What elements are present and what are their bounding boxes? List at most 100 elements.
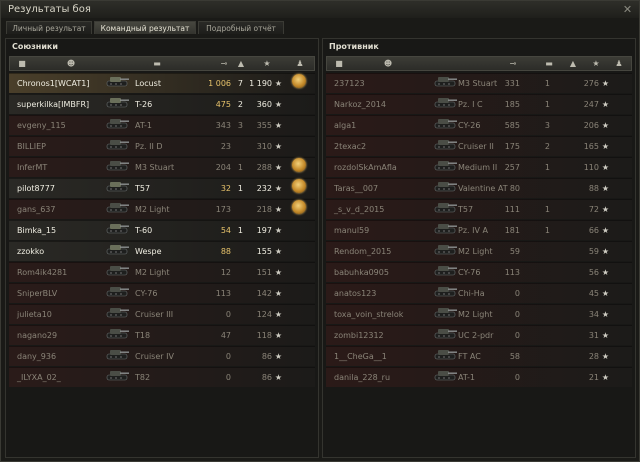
player-name[interactable]: manul59 (334, 221, 369, 241)
tank-icon (432, 368, 458, 382)
kills-icon[interactable]: ▲ (564, 58, 582, 70)
enemy-table-row[interactable]: babuhka0905 CY-76 113 56 ★ (326, 262, 632, 282)
player-icon[interactable]: ☻ (65, 58, 77, 70)
ally-table-row[interactable]: julieta10 Cruiser III 0 124 ★ (9, 304, 315, 324)
enemy-table-row[interactable]: alga1 CY-26 585 3 206 ★ (326, 115, 632, 135)
player-name[interactable]: _ILYXA_02_ (17, 368, 61, 388)
player-name[interactable]: toxa_voin_strelok (334, 305, 403, 325)
title-bar[interactable]: Результаты боя ✕ (1, 1, 639, 18)
enemy-table-row[interactable]: toxa_voin_strelok M2 Light 0 34 ★ (326, 304, 632, 324)
close-icon[interactable]: ✕ (622, 4, 633, 15)
squad-icon[interactable]: ■ (16, 58, 28, 70)
star-icon[interactable]: ★ (260, 58, 274, 70)
ally-table-row[interactable]: _ILYXA_02_ T82 0 86 ★ (9, 367, 315, 387)
player-name[interactable]: Chronos1[WCAT1] (17, 74, 89, 94)
player-name[interactable]: gans_637 (17, 200, 56, 220)
player-name[interactable]: Narkoz_2014 (334, 95, 386, 115)
medal-icon[interactable] (292, 200, 306, 214)
ally-table-row[interactable]: Rom4ik4281 M2 Light 12 151 ★ (9, 262, 315, 282)
player-name[interactable]: pilot8777 (17, 179, 55, 199)
tab-team-result[interactable]: Командный результат (94, 21, 196, 34)
player-name[interactable]: 2texac2 (334, 137, 366, 157)
damage-value: 80 (509, 184, 520, 193)
ally-table-row[interactable]: BILLIEP Pz. II D 23 310 ★ (9, 136, 315, 156)
player-name[interactable]: zombi12312 (334, 326, 384, 346)
tank-icon[interactable]: ▬ (150, 58, 164, 70)
player-name[interactable]: BILLIEP (17, 137, 46, 157)
damage-value: 111 (504, 205, 520, 214)
medal-header-icon[interactable]: ♟ (613, 58, 625, 70)
player-name[interactable]: evgeny_115 (17, 116, 66, 136)
squad-icon[interactable]: ■ (333, 58, 345, 70)
enemy-table-row[interactable]: zombi12312 UC 2-pdr 0 31 ★ (326, 325, 632, 345)
medal-icon[interactable] (292, 179, 306, 193)
medal-icon[interactable] (292, 74, 306, 88)
tank-icon (432, 95, 458, 109)
player-name[interactable]: Rendom_2015 (334, 242, 391, 262)
damage-value: 0 (225, 373, 231, 382)
player-name[interactable]: babuhka0905 (334, 263, 389, 283)
kills-icon[interactable]: ▲ (232, 58, 250, 70)
enemy-table-row[interactable]: anatos123 Chi-Ha 0 45 ★ (326, 283, 632, 303)
kills-value: 1 (544, 163, 550, 172)
tab-personal-result[interactable]: Личный результат (6, 21, 92, 34)
ally-table-row[interactable]: dany_936 Cruiser IV 0 86 ★ (9, 346, 315, 366)
player-name[interactable]: rozdolSkAmAfla (334, 158, 397, 178)
tank-icon[interactable]: ▬ (542, 58, 556, 70)
enemy-table-row[interactable]: danila_228_ru AT-1 0 21 ★ (326, 367, 632, 387)
enemy-table-row[interactable]: 1__CheGa__1 FT AC 58 28 ★ (326, 346, 632, 366)
ally-table-row[interactable]: evgeny_115 AT-1 343 3 355 ★ (9, 115, 315, 135)
player-icon[interactable]: ☻ (382, 58, 394, 70)
enemy-table-row[interactable]: 237123 M3 Stuart 331 1 276 ★ (326, 73, 632, 93)
ally-table-row[interactable]: Chronos1[WCAT1] Locust 1 006 7 1 190 ★ (9, 73, 315, 93)
ally-table-row[interactable]: superkilka[IMBFR] T-26 475 2 360 ★ (9, 94, 315, 114)
enemy-table-row[interactable]: Rendom_2015 M2 Light 59 59 ★ (326, 241, 632, 261)
xp-value: 28 (588, 352, 599, 361)
enemy-table-row[interactable]: 2texac2 Cruiser II 175 2 165 ★ (326, 136, 632, 156)
enemy-table-row[interactable]: Narkoz_2014 Pz. I C 185 1 247 ★ (326, 94, 632, 114)
enemy-table-row[interactable]: manul59 Pz. IV A 181 1 66 ★ (326, 220, 632, 240)
medal-header-icon[interactable]: ♟ (294, 58, 306, 70)
player-name[interactable]: dany_936 (17, 347, 56, 367)
player-name[interactable]: SniperBLV (17, 284, 57, 304)
player-name[interactable]: zzokko (17, 242, 44, 262)
player-name[interactable]: superkilka[IMBFR] (17, 95, 89, 115)
player-name[interactable]: 237123 (334, 74, 365, 94)
ally-table-row[interactable]: gans_637 M2 Light 173 218 ★ (9, 199, 315, 219)
player-name[interactable]: nagano29 (17, 326, 57, 346)
ally-table-row[interactable]: nagano29 T18 47 118 ★ (9, 325, 315, 345)
player-name[interactable]: anatos123 (334, 284, 376, 304)
ally-table-row[interactable]: InferMT M3 Stuart 204 1 288 ★ (9, 157, 315, 177)
ally-table-row[interactable]: Bimka_15 T-60 54 1 197 ★ (9, 220, 315, 240)
player-name[interactable]: Taras__007 (334, 179, 378, 199)
player-name[interactable]: Rom4ik4281 (17, 263, 67, 283)
player-name[interactable]: _s_v_d_2015 (334, 200, 384, 220)
tab-detailed-report[interactable]: Подробный отчёт (198, 21, 284, 34)
enemy-table-row[interactable]: rozdolSkAmAfla Medium II 257 1 110 ★ (326, 157, 632, 177)
player-name[interactable]: danila_228_ru (334, 368, 390, 388)
player-name[interactable]: alga1 (334, 116, 356, 136)
tank-icon (104, 305, 130, 319)
xp-value: 247 (583, 100, 599, 109)
ally-table-row[interactable]: zzokko Wespe 88 155 ★ (9, 241, 315, 261)
medal-icon[interactable] (292, 158, 306, 172)
player-name[interactable]: julieta10 (17, 305, 52, 325)
damage-icon[interactable]: ⊸ (218, 58, 230, 70)
star-icon: ★ (274, 142, 282, 151)
tank-name: T-60 (135, 226, 153, 235)
kills-value: 7 (237, 79, 243, 88)
kills-value: 1 (544, 205, 550, 214)
enemy-table-row[interactable]: Taras__007 Valentine AT 80 88 ★ (326, 178, 632, 198)
tank-icon (432, 116, 458, 130)
damage-icon[interactable]: ⊸ (507, 58, 519, 70)
tank-name: M3 Stuart (458, 79, 498, 88)
tank-name: Wespe (135, 247, 162, 256)
star-icon[interactable]: ★ (589, 58, 603, 70)
enemy-table-row[interactable]: _s_v_d_2015 T57 111 1 72 ★ (326, 199, 632, 219)
ally-table-row[interactable]: SniperBLV CY-76 113 142 ★ (9, 283, 315, 303)
player-name[interactable]: 1__CheGa__1 (334, 347, 387, 367)
ally-table-row[interactable]: pilot8777 T57 32 1 232 ★ (9, 178, 315, 198)
player-name[interactable]: InferMT (17, 158, 47, 178)
tank-name: T-26 (135, 100, 153, 109)
player-name[interactable]: Bimka_15 (17, 221, 56, 241)
